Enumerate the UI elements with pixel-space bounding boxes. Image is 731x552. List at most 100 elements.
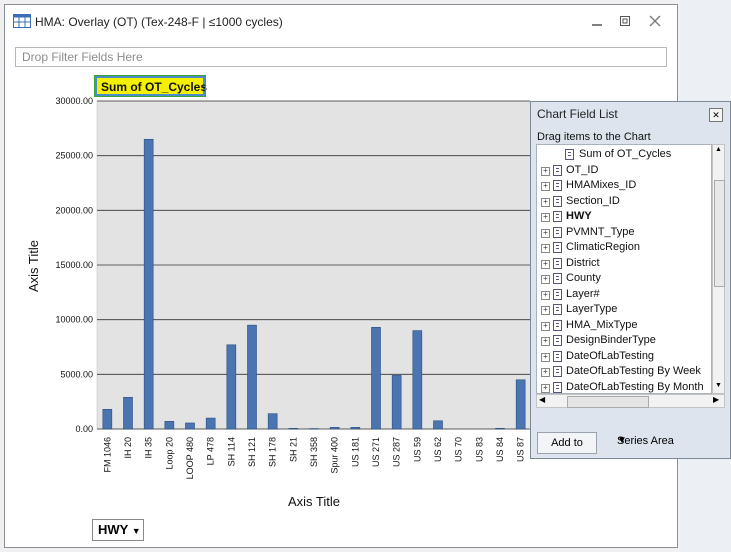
expand-icon[interactable]: +	[541, 244, 550, 253]
bar-fm-1046[interactable]	[102, 409, 113, 430]
scroll-up-icon[interactable]: ▲	[715, 146, 722, 153]
field-icon	[553, 257, 562, 269]
bar-loop-20[interactable]	[164, 421, 175, 430]
table-icon	[13, 14, 31, 28]
field-list-item[interactable]: + DateOfLabTesting By Week	[537, 364, 707, 380]
field-label: Section_ID	[566, 194, 620, 207]
dropdown-arrow-icon[interactable]: ▼	[132, 526, 141, 536]
minimize-icon[interactable]	[585, 11, 609, 31]
x-tick-label: Spur 400	[330, 437, 340, 474]
field-label: HMA_MixType	[566, 318, 638, 331]
expand-icon[interactable]: +	[541, 197, 550, 207]
expand-icon[interactable]: +	[541, 182, 550, 191]
close-icon[interactable]: ✕	[709, 108, 723, 122]
field-label: PVMNT_Type	[566, 225, 635, 238]
bar-loop-480[interactable]	[185, 422, 195, 430]
bar-sh-178[interactable]	[267, 413, 278, 430]
scrollbar-thumb[interactable]	[714, 180, 725, 287]
expand-icon[interactable]: +	[541, 337, 550, 346]
add-to-button[interactable]: Add to	[537, 432, 597, 454]
field-label: Sum of OT_Cycles	[579, 148, 672, 160]
bar-chart: 0.00 5000.00 10000.00 15000.00 20000.00 25000…	[26, 96, 530, 509]
bar-us-62[interactable]	[433, 420, 443, 430]
scroll-right-icon[interactable]: ▶	[713, 395, 719, 404]
scrollbar-thumb[interactable]	[567, 396, 649, 408]
field-list-item[interactable]: + HMAMixes_ID	[537, 178, 707, 194]
field-list-item[interactable]: + DateOfLabTesting By Month	[537, 380, 707, 394]
y-tick-label: 20000.00	[55, 205, 93, 215]
field-list-item[interactable]: + District	[537, 256, 707, 272]
field-icon	[553, 195, 562, 207]
bar-us-271[interactable]	[371, 327, 381, 430]
field-icon	[553, 335, 562, 346]
bar-lp-478[interactable]	[205, 417, 216, 430]
data-field-button[interactable]: Sum of OT_Cycles	[94, 75, 207, 97]
bar-sh-121[interactable]	[247, 324, 257, 430]
field-list-item[interactable]: + ClimaticRegion	[537, 240, 707, 256]
bar-ih-20[interactable]	[123, 396, 133, 430]
expand-icon[interactable]: +	[541, 321, 550, 331]
bar-ih-35[interactable]	[143, 138, 154, 430]
bar-sh-114[interactable]	[226, 344, 237, 430]
expand-icon[interactable]: +	[541, 383, 550, 393]
category-field-label: HWY	[98, 522, 129, 537]
bar-us-87[interactable]	[515, 379, 526, 430]
field-list-item[interactable]: + DesignBinderType	[537, 333, 707, 349]
field-list-item[interactable]: + PVMNT_Type	[537, 225, 707, 241]
field-label: DateOfLabTesting By Month	[566, 380, 704, 393]
expand-icon[interactable]: +	[541, 352, 550, 362]
category-field-button[interactable]: HWY ▼	[92, 519, 144, 541]
bar-us-59[interactable]	[412, 330, 423, 430]
expand-icon[interactable]: +	[541, 275, 550, 284]
field-list-item[interactable]: + OT_ID	[537, 163, 707, 179]
close-icon[interactable]	[643, 11, 667, 31]
field-list-item[interactable]: + County	[537, 271, 707, 287]
expand-icon[interactable]: +	[541, 213, 550, 222]
field-icon	[553, 211, 562, 222]
expand-icon[interactable]: +	[541, 306, 550, 315]
bar-spur-400[interactable]	[329, 427, 340, 430]
field-list-item[interactable]: + HWY	[537, 209, 707, 225]
bar-sh-21[interactable]	[288, 428, 299, 430]
x-tick-label: US 87	[516, 437, 526, 462]
field-list-item[interactable]: + Section_ID	[537, 194, 707, 210]
field-label: HWY	[566, 210, 592, 222]
vertical-scrollbar[interactable]: ▲ ▼	[712, 144, 725, 394]
field-label: DesignBinderType	[566, 334, 656, 346]
x-tick-label: US 59	[412, 437, 422, 462]
bar-us-287[interactable]	[391, 375, 402, 430]
field-list-item[interactable]: + LayerType	[537, 302, 707, 318]
x-tick-label: IH 35	[144, 437, 154, 459]
restore-icon[interactable]	[613, 11, 637, 31]
field-icon	[553, 273, 562, 284]
expand-icon[interactable]: +	[541, 368, 550, 377]
x-tick-label: US 62	[433, 437, 443, 462]
x-tick-label: US 271	[371, 437, 381, 467]
field-label: DateOfLabTesting By Week	[566, 365, 701, 377]
expand-icon[interactable]: +	[541, 290, 550, 300]
field-list-hint: Drag items to the Chart	[537, 131, 651, 143]
field-icon	[553, 319, 562, 331]
x-tick-label: SH 178	[268, 437, 278, 467]
horizontal-scrollbar[interactable]: ◀ ▶	[536, 394, 725, 408]
area-select[interactable]: Series Area ▼	[607, 432, 727, 452]
scroll-left-icon[interactable]: ◀	[539, 395, 545, 404]
x-tick-label: US 70	[454, 437, 464, 462]
field-label: HMAMixes_ID	[566, 179, 637, 191]
field-list-item[interactable]: + Layer#	[537, 287, 707, 303]
expand-icon[interactable]: +	[541, 259, 550, 269]
field-list-item[interactable]: + HMA_MixType	[537, 318, 707, 334]
y-tick-label: 25000.00	[55, 151, 93, 161]
field-list-item[interactable]: + DateOfLabTesting	[537, 349, 707, 365]
bar-us-84[interactable]	[495, 428, 505, 430]
chevron-down-icon[interactable]: ▼	[617, 435, 627, 446]
expand-icon[interactable]: +	[541, 228, 550, 238]
field-list-item[interactable]: Sum of OT_Cycles	[537, 147, 707, 163]
filter-drop-zone[interactable]: Drop Filter Fields Here	[15, 47, 667, 67]
expand-icon[interactable]: +	[541, 166, 550, 176]
bar-us-181[interactable]	[350, 427, 361, 430]
title-bar[interactable]: HMA: Overlay (OT) (Tex-248-F | ≤1000 cyc…	[5, 5, 677, 39]
x-tick-label: FM 1046	[102, 437, 112, 473]
scroll-down-icon[interactable]: ▼	[715, 382, 722, 389]
field-icon	[553, 366, 562, 377]
